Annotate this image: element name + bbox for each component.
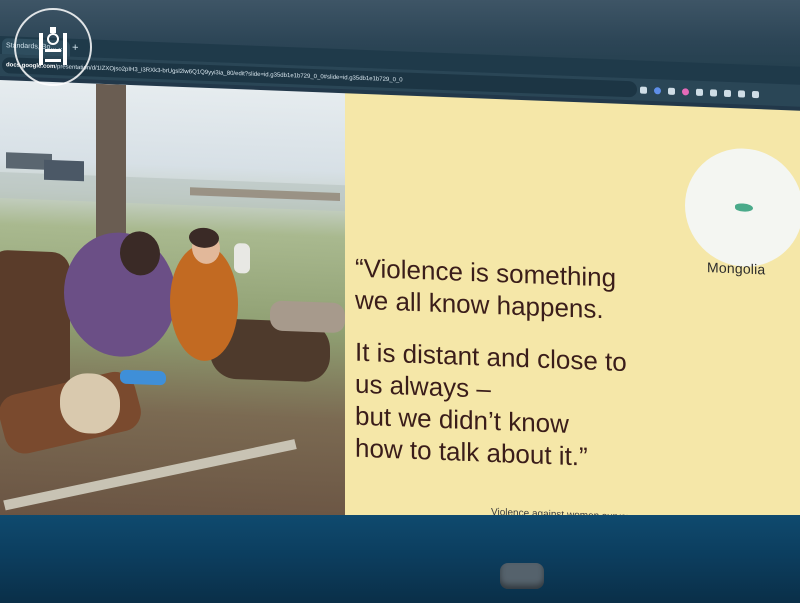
photo-illustration [0,83,345,511]
url-path: /presentation/d/1IZXOjso2pIH3_i3RXk3-brU… [55,64,403,84]
room-wall-bottom [0,515,800,603]
extension-icon[interactable] [738,89,745,98]
extension-icon[interactable] [654,86,661,94]
extension-icon[interactable] [724,89,731,97]
slide-photo [0,80,345,530]
mongolia-map-icon [735,203,753,212]
star-icon[interactable] [640,86,647,94]
mongolia-emblem-icon [14,8,92,86]
country-map [685,146,800,269]
quote-block: “Violence is something we all know happe… [355,252,695,477]
soyombo-icon [39,27,67,65]
webcam-device [500,563,544,589]
extension-icon[interactable] [682,87,689,95]
presentation-slide: Mongolia “Violence is something we all k… [0,80,800,547]
extension-icon[interactable] [710,88,717,97]
slide-text-panel: Mongolia “Violence is something we all k… [345,93,800,547]
country-label: Mongolia [707,259,766,278]
extension-icon[interactable] [696,88,703,96]
profile-icon[interactable] [752,90,759,98]
extension-toolbar [640,84,759,101]
extension-icon[interactable] [668,87,675,95]
